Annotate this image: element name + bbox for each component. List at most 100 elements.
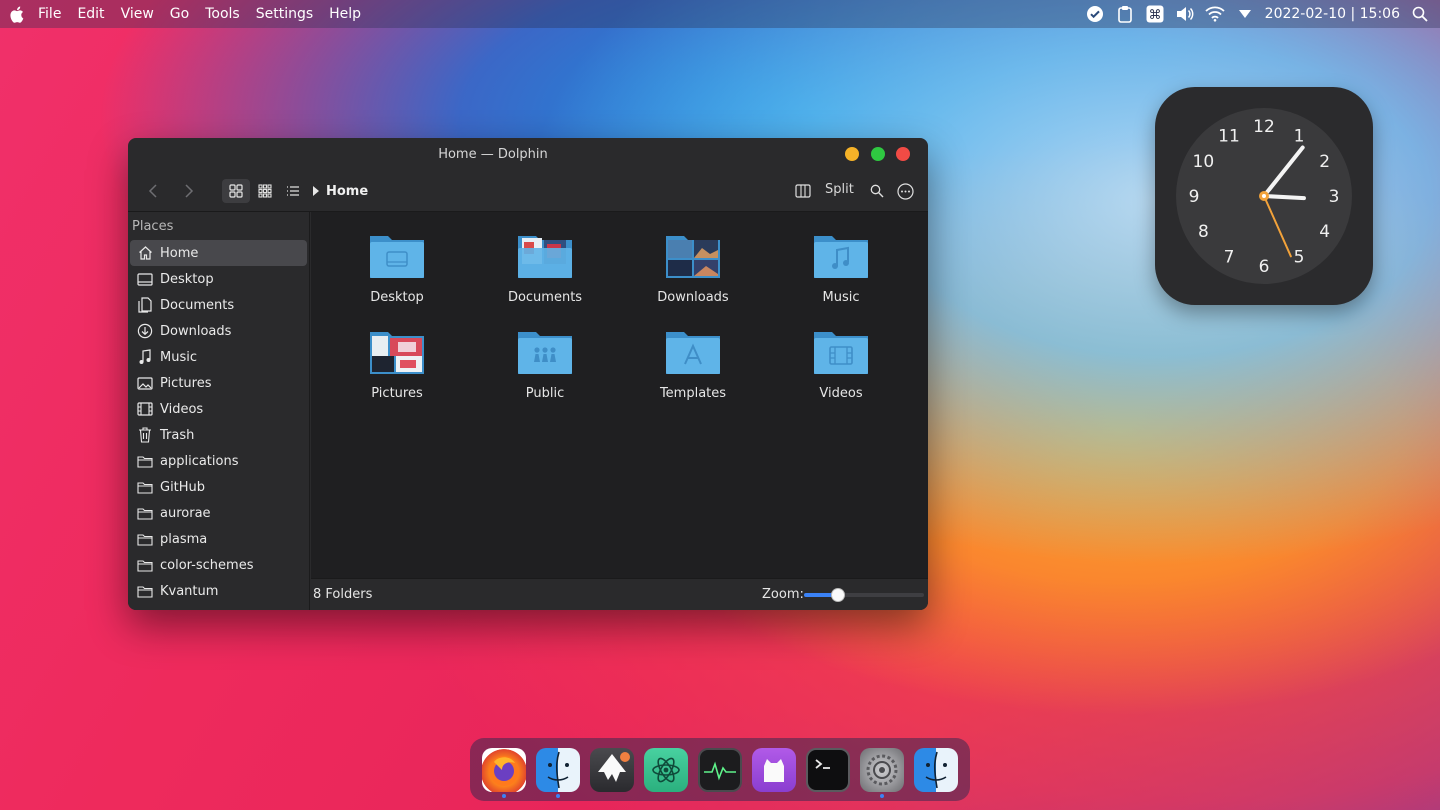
sidebar-item-desktop[interactable]: Desktop bbox=[130, 266, 307, 292]
clock-datetime[interactable]: 2022-02-10 | 15:06 bbox=[1265, 6, 1400, 22]
firefox-icon[interactable] bbox=[482, 748, 526, 792]
sidebar-item-label: plasma bbox=[160, 531, 208, 547]
clock-numeral: 7 bbox=[1224, 248, 1235, 268]
clock-numeral: 5 bbox=[1294, 248, 1305, 268]
volume-icon[interactable] bbox=[1175, 4, 1195, 24]
breadcrumb-home[interactable]: Home bbox=[326, 184, 368, 199]
music-folder-icon bbox=[812, 232, 870, 280]
clock-numeral: 6 bbox=[1259, 257, 1270, 277]
terminal-icon[interactable] bbox=[806, 748, 850, 792]
sidebar-item-videos[interactable]: Videos bbox=[130, 396, 307, 422]
places-heading: Places bbox=[132, 219, 174, 234]
system-settings-icon[interactable] bbox=[860, 748, 904, 792]
menu-edit[interactable]: Edit bbox=[69, 0, 112, 28]
window-title: Home — Dolphin bbox=[438, 146, 548, 162]
inkscape-icon[interactable] bbox=[590, 748, 634, 792]
top-menu-bar: File Edit View Go Tools Settings Help ⌘ … bbox=[0, 0, 1440, 28]
zoom-label: Zoom: bbox=[762, 587, 804, 602]
folder-music[interactable]: Music bbox=[777, 232, 905, 305]
sidebar-item-downloads[interactable]: Downloads bbox=[130, 318, 307, 344]
compact-view-button[interactable] bbox=[252, 179, 278, 203]
sidebar-item-github[interactable]: GitHub bbox=[130, 474, 307, 500]
search-icon bbox=[870, 184, 884, 198]
forward-button[interactable] bbox=[178, 179, 200, 203]
downloads-icon bbox=[136, 322, 154, 340]
sidebar-item-label: GitHub bbox=[160, 479, 206, 495]
folder-videos[interactable]: Videos bbox=[777, 328, 905, 401]
clock-hour-hand bbox=[1262, 194, 1306, 201]
list-icon bbox=[287, 186, 299, 196]
sidebar-item-color-schemes[interactable]: color-schemes bbox=[130, 552, 307, 578]
icons-view-button[interactable] bbox=[222, 179, 250, 203]
folder-pictures[interactable]: Pictures bbox=[333, 328, 461, 401]
folder-icon bbox=[136, 478, 154, 496]
split-view-button[interactable] bbox=[792, 179, 814, 203]
item-count: 8 Folders bbox=[313, 587, 373, 602]
home-icon bbox=[136, 244, 154, 262]
finder-icon[interactable] bbox=[536, 748, 580, 792]
folder-templates[interactable]: Templates bbox=[629, 328, 757, 401]
folder-label: Public bbox=[525, 386, 565, 401]
menu-tools[interactable]: Tools bbox=[197, 0, 248, 28]
clipboard-icon[interactable] bbox=[1115, 4, 1135, 24]
sidebar-item-label: color-schemes bbox=[160, 557, 254, 573]
folder-downloads[interactable]: Downloads bbox=[629, 232, 757, 305]
close-button[interactable] bbox=[896, 147, 910, 161]
running-indicator bbox=[502, 794, 506, 798]
sidebar-item-label: Home bbox=[160, 245, 199, 261]
folder-label: Documents bbox=[507, 290, 583, 305]
menu-go[interactable]: Go bbox=[162, 0, 197, 28]
sidebar-item-plasma[interactable]: plasma bbox=[130, 526, 307, 552]
sidebar-item-applications[interactable]: applications bbox=[130, 448, 307, 474]
sidebar-item-pictures[interactable]: Pictures bbox=[130, 370, 307, 396]
clock-numeral: 10 bbox=[1193, 152, 1215, 172]
github-desktop-icon[interactable] bbox=[752, 748, 796, 792]
window-titlebar[interactable]: Home — Dolphin bbox=[128, 138, 928, 170]
details-view-button[interactable] bbox=[280, 179, 306, 203]
search-button[interactable] bbox=[866, 179, 888, 203]
sidebar-item-trash[interactable]: Trash bbox=[130, 422, 307, 448]
running-indicator bbox=[880, 794, 884, 798]
maximize-button[interactable] bbox=[871, 147, 885, 161]
sidebar-item-kvantum[interactable]: Kvantum bbox=[130, 578, 307, 604]
desktop-folder-icon bbox=[368, 232, 426, 280]
more-options-button[interactable] bbox=[894, 179, 916, 203]
back-button[interactable] bbox=[142, 179, 164, 203]
menu-help[interactable]: Help bbox=[321, 0, 369, 28]
search-icon[interactable] bbox=[1410, 4, 1430, 24]
sidebar-item-label: aurorae bbox=[160, 505, 211, 521]
sidebar-item-label: Kvantum bbox=[160, 583, 219, 599]
command-key-icon[interactable]: ⌘ bbox=[1145, 4, 1165, 24]
folder-label: Downloads bbox=[657, 290, 729, 305]
folder-documents[interactable]: Documents bbox=[481, 232, 609, 305]
atom-icon[interactable] bbox=[644, 748, 688, 792]
menu-settings[interactable]: Settings bbox=[248, 0, 321, 28]
wifi-icon[interactable] bbox=[1205, 4, 1225, 24]
sidebar-item-documents[interactable]: Documents bbox=[130, 292, 307, 318]
minimize-button[interactable] bbox=[845, 147, 859, 161]
file-view[interactable]: Desktop Documents Downloads Music Pictur… bbox=[311, 212, 928, 578]
documents-icon bbox=[136, 296, 154, 314]
folder-public[interactable]: Public bbox=[481, 328, 609, 401]
check-circle-icon[interactable] bbox=[1085, 4, 1105, 24]
apple-logo-icon[interactable] bbox=[2, 0, 30, 28]
folder-label: Pictures bbox=[371, 386, 423, 401]
sidebar-item-label: Trash bbox=[160, 427, 195, 443]
breadcrumb[interactable]: Home bbox=[312, 180, 368, 202]
zoom-slider-handle[interactable] bbox=[830, 588, 845, 602]
analog-clock-widget[interactable]: 12 1 2 3 4 5 6 7 8 9 10 11 bbox=[1155, 87, 1373, 305]
activity-monitor-icon[interactable] bbox=[698, 748, 742, 792]
folder-desktop[interactable]: Desktop bbox=[333, 232, 461, 305]
sidebar-item-home[interactable]: Home bbox=[130, 240, 307, 266]
finder-icon[interactable] bbox=[914, 748, 958, 792]
running-indicator bbox=[556, 794, 560, 798]
split-label[interactable]: Split bbox=[825, 182, 854, 197]
menu-view[interactable]: View bbox=[113, 0, 162, 28]
zoom-slider[interactable] bbox=[804, 588, 924, 602]
triangle-down-icon[interactable] bbox=[1235, 4, 1255, 24]
menu-file[interactable]: File bbox=[30, 0, 69, 28]
sidebar-item-aurorae[interactable]: aurorae bbox=[130, 500, 307, 526]
sidebar-item-music[interactable]: Music bbox=[130, 344, 307, 370]
folder-label: Videos bbox=[819, 386, 863, 401]
dolphin-window: Home — Dolphin Home Split Places Home De… bbox=[128, 138, 928, 610]
